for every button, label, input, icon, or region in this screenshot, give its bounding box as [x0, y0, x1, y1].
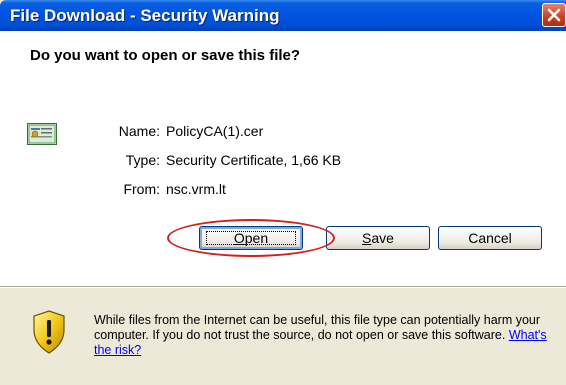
warning-message: While files from the Internet can be use… — [94, 313, 541, 342]
window-title: File Download - Security Warning — [10, 6, 280, 25]
security-warning-text: While files from the Internet can be use… — [94, 313, 554, 358]
file-name-row: Name: PolicyCA(1).cer — [0, 123, 566, 141]
close-button[interactable] — [542, 3, 566, 27]
file-from-row: From: nsc.vrm.lt — [0, 181, 566, 199]
from-label: From: — [123, 181, 160, 197]
close-icon — [547, 8, 561, 22]
file-type-row: Type: Security Certificate, 1,66 KB — [0, 152, 566, 170]
save-button[interactable]: Save — [326, 226, 430, 250]
shield-warning-icon — [33, 310, 65, 354]
cancel-label: Cancel — [468, 230, 512, 246]
type-label: Type: — [125, 152, 160, 168]
save-label: ave — [371, 230, 394, 246]
security-warning-dialog: File Download - Security Warning Do you … — [0, 0, 566, 385]
highlight-ellipse — [167, 219, 335, 257]
file-type-value: Security Certificate, 1,66 KB — [166, 152, 342, 168]
title-bar[interactable]: File Download - Security Warning — [0, 0, 566, 31]
save-mnemonic: S — [362, 230, 372, 246]
separator-highlight — [0, 287, 566, 288]
file-source-value: nsc.vrm.lt — [166, 181, 226, 197]
name-label: Name: — [118, 123, 160, 139]
cancel-button[interactable]: Cancel — [438, 226, 542, 250]
dialog-question: Do you want to open or save this file? — [30, 47, 301, 64]
file-name-value: PolicyCA(1).cer — [166, 123, 264, 139]
